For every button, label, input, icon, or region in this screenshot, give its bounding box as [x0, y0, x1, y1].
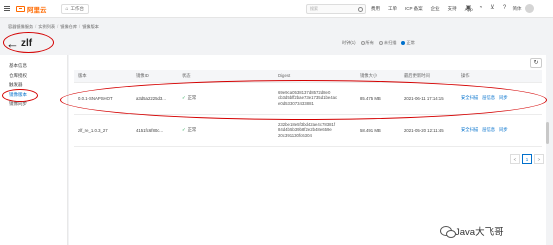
global-search-input[interactable]: 搜索 [306, 4, 366, 14]
annotation-circle [2, 89, 38, 102]
workspace-button[interactable]: ⌂ 工作台 [60, 3, 90, 14]
help-icon[interactable]: ? [501, 5, 508, 12]
col-version: 版本 [74, 70, 132, 83]
filter-option-unscanned[interactable]: 未扫描 [378, 40, 397, 46]
filter-option-label: 未扫描 [383, 40, 397, 45]
breadcrumb-item: 镜像版本 [82, 24, 99, 29]
annotation-circle [3, 32, 54, 53]
sync-link[interactable]: 同步 [499, 127, 508, 132]
cell-actions: 安全扫描 层信息 同步 [457, 114, 542, 147]
breadcrumb-item[interactable]: 实例列表 [38, 24, 55, 30]
aliyun-logo[interactable]: 阿里云 [16, 4, 47, 14]
cell-version: zlf_re_1.0.3_27 [74, 114, 132, 147]
breadcrumb-separator: / [79, 24, 81, 29]
cell-updated: 2021-05-20 12:11:45 [400, 114, 457, 147]
breadcrumb-item[interactable]: 镜像仓库 [60, 24, 77, 30]
aliyun-logo-icon [16, 5, 25, 12]
sidebar: 基本信息 仓库授权 触发器 镜像版本 镜像同步 [0, 55, 68, 245]
bell-icon[interactable]: ◔ [477, 5, 484, 12]
cart-icon[interactable]: ⊻ [489, 5, 496, 12]
search-placeholder: 搜索 [310, 6, 318, 11]
scan-filter: 时钟(1) 所有 未扫描 正常 [342, 40, 415, 46]
nav-tickets[interactable]: 工单 [388, 6, 397, 12]
digest-line: 20c391130fc6304 [278, 132, 312, 138]
next-page-button[interactable]: > [534, 154, 544, 164]
layer-info-link[interactable]: 层信息 [482, 127, 495, 132]
avatar[interactable] [525, 4, 534, 13]
watermark-text: Java大飞哥 [455, 227, 504, 238]
home-icon: ⌂ [65, 5, 69, 12]
watermark: Java大飞哥 [440, 224, 504, 238]
check-icon: ✓ [182, 127, 186, 132]
top-nav-links: 费用 工单 ICP 备案 企业 支持 App [371, 0, 473, 18]
filter-label: 时钟(1) [342, 40, 356, 45]
cell-image-id: 4151fc6f80c... [132, 114, 178, 147]
filter-option-normal[interactable]: 正常 [401, 40, 415, 46]
scrollbar[interactable] [546, 122, 549, 144]
filter-option-all[interactable]: 所有 [360, 40, 374, 46]
breadcrumb: 容器镜像服务 / 实例列表 / 镜像仓库 / 镜像版本 [8, 24, 99, 30]
prev-page-button[interactable]: < [510, 154, 520, 164]
col-updated: 最后更新时间 [400, 70, 457, 83]
radio-icon [378, 40, 383, 45]
filter-option-label: 正常 [406, 40, 415, 45]
sidebar-item-repo-auth[interactable]: 仓库授权 [0, 71, 67, 81]
refresh-button[interactable]: ↻ [530, 58, 542, 68]
page-number-button[interactable]: 1 [522, 154, 532, 164]
language-switch[interactable]: 简体 [511, 5, 523, 12]
security-scan-link[interactable]: 安全扫描 [461, 127, 478, 132]
breadcrumb-separator: / [57, 24, 59, 29]
col-actions: 操作 [457, 70, 542, 83]
pagination: < 1 > [510, 154, 544, 164]
col-image-id: 镜像ID [132, 70, 178, 83]
sidebar-item-basic-info[interactable]: 基本信息 [0, 61, 67, 71]
nav-enterprise[interactable]: 企业 [431, 6, 440, 12]
nav-support[interactable]: 支持 [448, 6, 457, 12]
breadcrumb-separator: / [35, 24, 37, 29]
annotation-circle [60, 80, 547, 120]
breadcrumb-item[interactable]: 容器镜像服务 [8, 24, 33, 30]
refresh-icon: ↻ [533, 60, 539, 66]
status-text: 正常 [187, 127, 197, 132]
filter-option-label: 所有 [365, 40, 374, 45]
radio-icon [360, 40, 365, 45]
nav-fees[interactable]: 费用 [371, 6, 380, 12]
logo-text: 阿里云 [27, 6, 47, 14]
sidebar-item-triggers[interactable]: 触发器 [0, 80, 67, 90]
radio-icon [401, 40, 406, 45]
message-icon[interactable]: ▣ [465, 5, 472, 12]
menu-icon[interactable] [0, 0, 14, 18]
nav-icp[interactable]: ICP 备案 [405, 6, 423, 12]
workspace-label: 工作台 [70, 5, 85, 11]
wechat-icon [440, 226, 456, 238]
search-icon [358, 6, 363, 12]
